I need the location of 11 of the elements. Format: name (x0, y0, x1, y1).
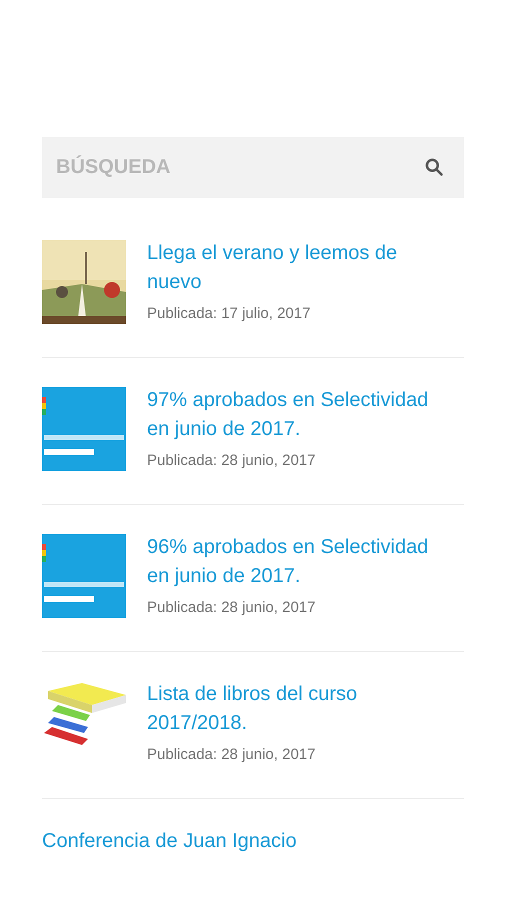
search-field[interactable]: BÚSQUEDA (42, 137, 464, 198)
post-title-link[interactable]: Llega el verano y leemos de nuevo (147, 239, 447, 297)
post-date: Publicada: 28 junio, 2017 (147, 745, 316, 765)
post-date: Publicada: 28 junio, 2017 (147, 598, 316, 618)
post-date: Publicada: 17 julio, 2017 (147, 304, 312, 324)
post-date: Publicada: 28 junio, 2017 (147, 451, 316, 471)
search-icon[interactable] (424, 157, 444, 177)
post-title-link[interactable]: Conferencia de Juan Ignacio (42, 827, 342, 856)
post-title-link[interactable]: 96% aprobados en Selectividad en junio de 2017. (147, 533, 447, 591)
post-title-link[interactable]: Lista de libros del curso 2017/2018. (147, 680, 447, 738)
post-title-link[interactable]: 97% aprobados en Selectividad en junio de 2017. (147, 386, 447, 444)
